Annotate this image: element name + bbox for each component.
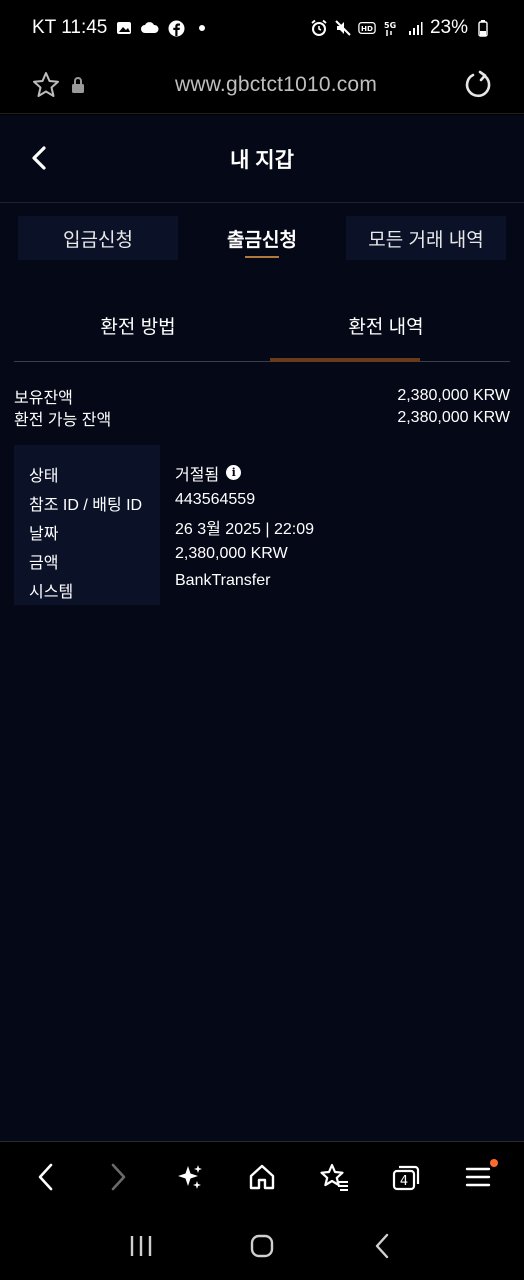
back-icon[interactable] bbox=[24, 1155, 68, 1199]
status-bar: KT 11:45 HD 5G 23% bbox=[0, 0, 524, 56]
system-label: 시스템 bbox=[29, 583, 74, 601]
tab-withdraw[interactable]: 출금신청 bbox=[182, 216, 342, 260]
amount-value: 2,380,000 KRW bbox=[175, 544, 288, 562]
hd-icon: HD bbox=[358, 19, 376, 37]
forward-icon[interactable] bbox=[96, 1155, 140, 1199]
status-text: 거절됨 bbox=[175, 466, 220, 484]
transaction-detail: 상태 참조 ID / 배팅 ID 날짜 금액 시스템 거절됨 i 4435645… bbox=[14, 445, 510, 605]
wallet-page: 내 지갑 입금신청 출금신청 모든 거래 내역 환전 방법 환전 내역 보유잔액… bbox=[0, 115, 524, 1141]
battery-icon bbox=[474, 19, 492, 37]
available-balance-row: 환전 가능 잔액 2,380,000 KRW bbox=[14, 407, 510, 429]
alarm-icon bbox=[310, 19, 328, 37]
tab-all-transactions[interactable]: 모든 거래 내역 bbox=[346, 216, 506, 260]
held-balance-label: 보유잔액 bbox=[14, 390, 73, 407]
recent-apps-icon[interactable] bbox=[119, 1224, 163, 1268]
dot-icon bbox=[193, 19, 211, 37]
available-balance-value: 2,380,000 KRW bbox=[397, 409, 510, 426]
lock-icon bbox=[64, 67, 92, 103]
ref-id-label: 참조 ID / 배팅 ID bbox=[29, 496, 143, 514]
browser-toolbar: 4 bbox=[0, 1141, 524, 1211]
held-balance-value: 2,380,000 KRW bbox=[397, 387, 510, 404]
carrier-time: KT 11:45 bbox=[32, 17, 108, 38]
subtab-exchange-method[interactable]: 환전 방법 bbox=[14, 290, 262, 361]
bookmark-star-icon[interactable] bbox=[28, 67, 64, 103]
gallery-icon bbox=[115, 19, 133, 37]
status-value: 거절됨 i bbox=[175, 459, 314, 486]
system-back-icon[interactable] bbox=[361, 1224, 405, 1268]
subtab-exchange-history[interactable]: 환전 내역 bbox=[262, 290, 510, 362]
signal-icon bbox=[406, 19, 424, 37]
browser-address-bar: www.gbctct1010.com bbox=[0, 56, 524, 114]
withdraw-subtabs: 환전 방법 환전 내역 bbox=[14, 290, 510, 362]
reload-icon[interactable] bbox=[460, 67, 496, 103]
info-icon[interactable]: i bbox=[226, 465, 242, 480]
tab-deposit[interactable]: 입금신청 bbox=[18, 216, 178, 260]
facebook-icon bbox=[167, 19, 185, 37]
available-balance-label: 환전 가능 잔액 bbox=[14, 412, 112, 429]
tab-count: 4 bbox=[400, 1174, 408, 1189]
url-field[interactable]: www.gbctct1010.com bbox=[92, 73, 460, 97]
svg-text:5G: 5G bbox=[384, 21, 396, 30]
cloud-icon bbox=[141, 19, 159, 37]
network-5g-icon: 5G bbox=[382, 19, 400, 37]
amount-label: 금액 bbox=[29, 554, 59, 572]
balance-summary: 보유잔액 2,380,000 KRW 환전 가능 잔액 2,380,000 KR… bbox=[14, 385, 510, 429]
home-button-icon[interactable] bbox=[240, 1224, 284, 1268]
home-icon[interactable] bbox=[240, 1155, 284, 1199]
detail-labels: 상태 참조 ID / 배팅 ID 날짜 금액 시스템 bbox=[14, 445, 160, 605]
detail-values: 거절됨 i 443564559 26 3월 2025 | 22:09 2,380… bbox=[175, 445, 314, 594]
battery-percent: 23% bbox=[429, 17, 468, 38]
date-label: 날짜 bbox=[29, 525, 59, 543]
held-balance-row: 보유잔액 2,380,000 KRW bbox=[14, 385, 510, 407]
notification-dot bbox=[490, 1158, 498, 1167]
date-value: 26 3월 2025 | 22:09 bbox=[175, 520, 314, 538]
system-value: BankTransfer bbox=[175, 571, 271, 589]
bookmarks-icon[interactable] bbox=[312, 1155, 356, 1199]
tabs-icon[interactable]: 4 bbox=[384, 1155, 428, 1199]
system-nav-bar bbox=[0, 1211, 524, 1280]
back-arrow-icon[interactable] bbox=[26, 143, 54, 178]
svg-text:HD: HD bbox=[361, 24, 373, 33]
ref-id-value: 443564559 bbox=[175, 490, 256, 508]
page-title: 내 지갑 bbox=[230, 148, 294, 172]
menu-icon[interactable] bbox=[456, 1155, 500, 1199]
status-label: 상태 bbox=[29, 467, 59, 485]
mute-icon bbox=[334, 19, 352, 37]
page-header: 내 지갑 bbox=[0, 115, 524, 203]
wallet-tabs: 입금신청 출금신청 모든 거래 내역 bbox=[18, 216, 506, 260]
sparkle-ai-icon[interactable] bbox=[168, 1155, 212, 1199]
